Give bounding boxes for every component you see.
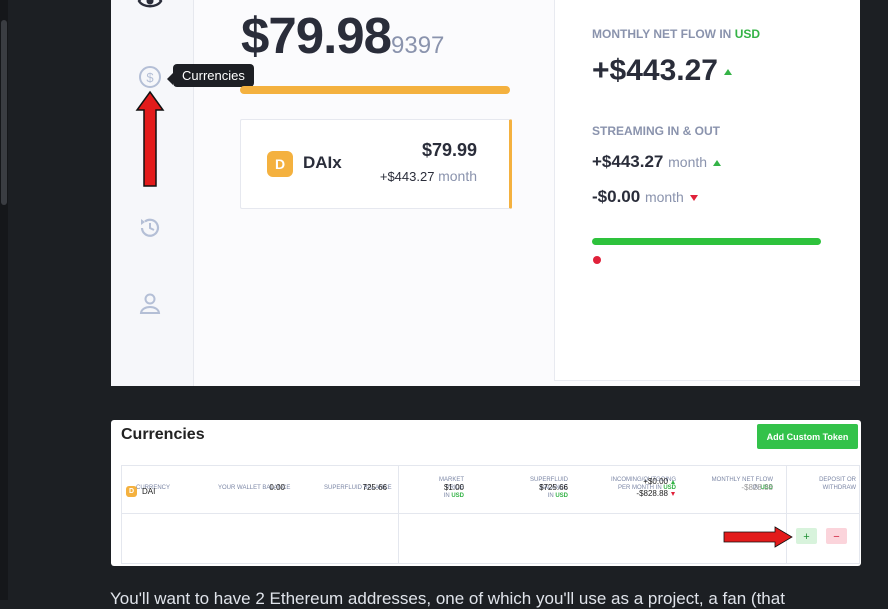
token-flow-value: +$443.27 bbox=[379, 169, 435, 184]
history-icon[interactable] bbox=[137, 215, 163, 241]
row-outgoing: -$828.88 bbox=[636, 489, 668, 498]
currencies-table: CURRENCY YOUR WALLET BALANCE SUPERFLUID … bbox=[121, 465, 860, 564]
table-divider bbox=[786, 466, 787, 563]
currencies-title: Currencies bbox=[121, 426, 205, 443]
sidebar-nav: $ bbox=[111, 0, 194, 386]
red-up-arrow-annotation bbox=[135, 90, 165, 187]
row-incoming: +$0.00 bbox=[643, 477, 668, 486]
token-name: DAIx bbox=[303, 153, 342, 172]
svg-text:$: $ bbox=[146, 70, 154, 85]
header-market-price-in: IN bbox=[443, 493, 450, 499]
dai-logo-icon: D bbox=[267, 151, 293, 177]
outgoing-down-icon bbox=[671, 491, 675, 496]
monthly-net-flow-currency: USD bbox=[734, 27, 761, 41]
withdraw-button[interactable]: − bbox=[826, 528, 847, 544]
net-flow-panel: MONTHLY NET FLOW IN USD +$443.27 STREAMI… bbox=[554, 0, 860, 381]
eye-icon[interactable] bbox=[137, 0, 163, 14]
page-scrollbar-thumb[interactable] bbox=[1, 20, 7, 205]
incoming-up-icon bbox=[671, 479, 675, 484]
row-superfluid-usd: $725.66 bbox=[539, 483, 568, 492]
token-flow: +$443.27 month bbox=[380, 168, 477, 184]
monthly-net-flow-label-text: MONTHLY NET FLOW IN bbox=[592, 27, 732, 41]
row-market-price: $1.00 bbox=[443, 483, 464, 492]
balance-progress-bar bbox=[240, 86, 510, 94]
stream-in-bar bbox=[592, 238, 821, 245]
dashboard-screenshot: $ Currencies $79.989397 D DAIx $79.99 +$… bbox=[111, 0, 860, 386]
table-header-divider bbox=[122, 513, 859, 514]
header-usd: USD bbox=[451, 493, 464, 499]
header-action-line1: DEPOSIT OR bbox=[819, 477, 856, 483]
stream-out-line: -$0.00 month bbox=[592, 187, 698, 207]
row-incoming-outgoing: +$0.00 -$828.88 bbox=[613, 477, 675, 498]
header-action-line2: WITHDRAW bbox=[822, 485, 856, 491]
red-right-arrow-annotation bbox=[723, 526, 793, 548]
row-wallet-balance: 0.00 bbox=[269, 483, 285, 492]
row-currency: DAI bbox=[142, 487, 156, 496]
stream-out-value: -$0.00 bbox=[592, 187, 641, 206]
stream-in-unit: month bbox=[668, 154, 708, 170]
currencies-tooltip: Currencies bbox=[167, 64, 254, 87]
currencies-screenshot: Currencies Add Custom Token CURRENCY YOU… bbox=[111, 420, 861, 566]
article-paragraph-text: You'll want to have 2 Ethereum addresses… bbox=[110, 589, 785, 608]
balance-extra-decimals: 9397 bbox=[391, 32, 445, 59]
header-superfluid-usd-in: IN bbox=[547, 493, 554, 499]
add-custom-token-button[interactable]: Add Custom Token bbox=[757, 424, 858, 449]
table-divider bbox=[398, 466, 399, 563]
balance-main-digits: $79.98 bbox=[241, 7, 392, 64]
dai-row-icon: D bbox=[126, 486, 137, 497]
stream-out-down-icon bbox=[689, 194, 698, 201]
monthly-net-flow-value: +$443.27 bbox=[592, 54, 732, 88]
header-usd: USD bbox=[555, 493, 568, 499]
stream-out-dot bbox=[593, 256, 601, 264]
header-deposit-withdraw: DEPOSIT OR WITHDRAW bbox=[802, 476, 856, 492]
currencies-dollar-icon[interactable]: $ bbox=[137, 64, 163, 90]
stream-out-unit: month bbox=[644, 189, 684, 205]
token-flow-unit: month bbox=[438, 168, 477, 184]
streaming-label: STREAMING IN & OUT bbox=[592, 124, 720, 138]
stream-in-up-icon bbox=[713, 159, 722, 166]
wallet-balance: $79.989397 bbox=[241, 6, 444, 65]
page-scrollbar[interactable] bbox=[0, 0, 8, 600]
user-profile-icon[interactable] bbox=[137, 290, 163, 316]
monthly-net-flow-amount: +$443.27 bbox=[592, 54, 718, 87]
row-monthly-net-flow: -$828.88 bbox=[741, 483, 773, 492]
token-card-daix[interactable]: D DAIx $79.99 +$443.27 month bbox=[240, 119, 512, 209]
stream-in-value: +$443.27 bbox=[592, 152, 664, 171]
monthly-net-flow-label: MONTHLY NET FLOW IN USD bbox=[592, 27, 760, 41]
row-superfluid-balance: 725.66 bbox=[362, 483, 387, 492]
deposit-button[interactable]: + bbox=[796, 528, 817, 544]
stream-in-line: +$443.27 month bbox=[592, 152, 722, 172]
trend-up-icon bbox=[723, 69, 732, 76]
token-amount: $79.99 bbox=[421, 140, 477, 160]
